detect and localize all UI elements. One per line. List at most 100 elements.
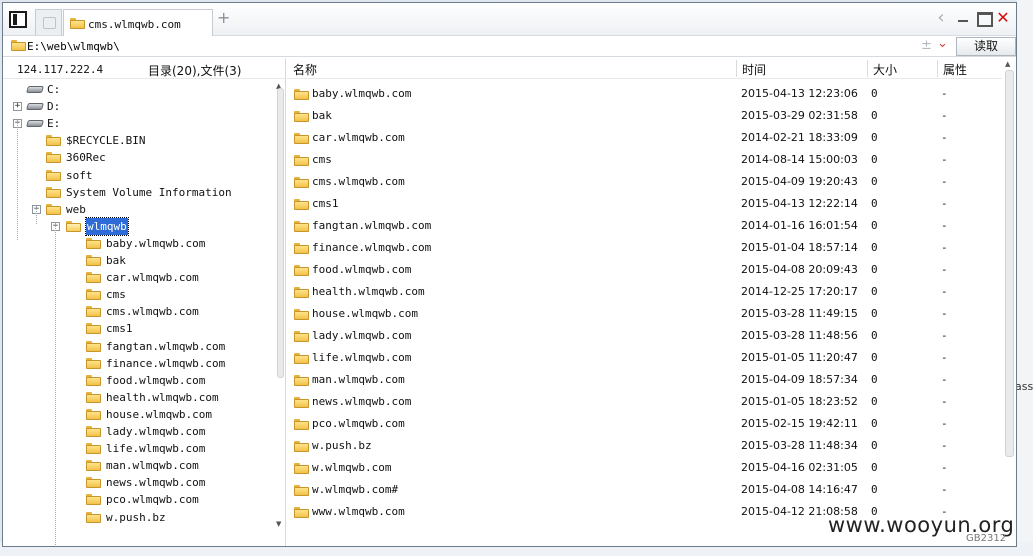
file-list-header: 名称 时间 大小 属性	[287, 58, 1016, 79]
column-divider[interactable]	[867, 60, 868, 77]
file-size: 0	[871, 87, 878, 100]
file-time: 2015-01-05 11:20:47	[741, 351, 858, 364]
file-attr: -	[941, 417, 948, 430]
tree-item-label: wlmqwb	[85, 216, 129, 236]
path-input[interactable]	[27, 37, 927, 55]
file-time: 2015-03-28 11:48:56	[741, 329, 858, 342]
file-time: 2015-01-05 18:23:52	[741, 395, 858, 408]
history-dropdown-chevron-icon[interactable]: ⌄	[937, 36, 948, 51]
folder-icon	[86, 340, 101, 352]
folder-icon	[294, 111, 309, 122]
file-attr: -	[941, 263, 948, 276]
file-row[interactable]: car.wlmqwb.com 2014-02-21 18:33:09 0 -	[287, 127, 1002, 149]
file-list: baby.wlmqwb.com 2015-04-13 12:23:06 0 - bak 2…	[287, 80, 1002, 546]
file-name: w.wlmqwb.com	[312, 461, 392, 474]
file-row[interactable]: cms1 2015-04-13 12:22:14 0 -	[287, 193, 1002, 215]
tree-guide-line	[36, 206, 37, 224]
file-row[interactable]: man.wlmqwb.com 2015-04-09 18:57:34 0 -	[287, 369, 1002, 391]
tree-item-label: E:	[47, 117, 61, 131]
file-name: finance.wlmqwb.com	[312, 241, 432, 254]
tree-item-label: D:	[47, 100, 61, 114]
file-row[interactable]: food.wlmqwb.com 2015-04-08 20:09:43 0 -	[287, 259, 1002, 281]
file-row[interactable]: news.wlmqwb.com 2015-01-05 18:23:52 0 -	[287, 391, 1002, 413]
file-attr: -	[941, 395, 948, 408]
file-row[interactable]: pco.wlmqwb.com 2015-02-15 19:42:11 0 -	[287, 413, 1002, 435]
file-row[interactable]: finance.wlmqwb.com 2015-01-04 18:57:14 0 -	[287, 237, 1002, 259]
file-list-scrollbar-thumb[interactable]	[1005, 70, 1014, 457]
file-row[interactable]: w.push.bz 2015-03-28 11:48:34 0 -	[287, 435, 1002, 457]
directory-file-count: 目录(20),文件(3)	[148, 64, 242, 78]
folder-icon	[86, 374, 101, 386]
file-row[interactable]: cms.wlmqwb.com 2015-04-09 19:20:43 0 -	[287, 171, 1002, 193]
file-row[interactable]: w.wlmqwb.com# 2015-04-08 14:16:47 0 -	[287, 479, 1002, 501]
tree-item-label: news.wlmqwb.com	[106, 476, 206, 490]
folder-icon	[294, 331, 309, 342]
file-name: w.push.bz	[312, 439, 372, 452]
folder-icon	[294, 243, 309, 254]
file-row[interactable]: bak 2015-03-29 02:31:58 0 -	[287, 105, 1002, 127]
toggle-panel-icon[interactable]	[9, 11, 27, 28]
tree-scrollbar-thumb[interactable]	[277, 88, 284, 378]
file-name: bak	[312, 109, 332, 122]
new-tab-plus-icon[interactable]: +	[217, 10, 230, 26]
tree-item-label: house.wlmqwb.com	[106, 407, 212, 421]
file-name: car.wlmqwb.com	[312, 131, 405, 144]
file-row[interactable]: health.wlmqwb.com 2014-12-25 17:20:17 0 -	[287, 281, 1002, 303]
back-chevron-icon[interactable]: ‹	[933, 9, 949, 27]
file-time: 2015-03-28 11:49:15	[741, 307, 858, 320]
file-name: cms1	[312, 197, 339, 210]
directory-tree: C: D: + E: − $RECYCLE.BIN 360Rec soft System Vol…	[3, 80, 273, 546]
folder-icon	[294, 507, 309, 518]
tab-blank[interactable]	[35, 9, 62, 35]
file-row[interactable]: fangtan.wlmqwb.com 2014-01-16 16:01:54 0 -	[287, 215, 1002, 237]
file-time: 2015-02-15 19:42:11	[741, 417, 858, 430]
file-name: lady.wlmqwb.com	[312, 329, 412, 342]
column-divider[interactable]	[736, 60, 737, 77]
file-size: 0	[871, 131, 878, 144]
file-attr: -	[941, 461, 948, 474]
close-icon[interactable]: ✕	[995, 10, 1011, 26]
file-attr: -	[941, 241, 948, 254]
folder-icon	[46, 135, 61, 147]
file-list-scrollbar[interactable]: ▲	[1002, 58, 1016, 546]
tree-item-label: C:	[47, 83, 61, 96]
bookmark-plus-icon[interactable]: ±	[921, 38, 932, 53]
drive-icon	[27, 118, 43, 128]
folder-icon	[70, 18, 85, 29]
file-row[interactable]: baby.wlmqwb.com 2015-04-13 12:23:06 0 -	[287, 83, 1002, 105]
file-time: 2014-12-25 17:20:17	[741, 285, 858, 298]
tab-current[interactable]: cms.wlmqwb.com	[63, 9, 213, 37]
tree-item-label: cms.wlmqwb.com	[106, 305, 199, 319]
file-time: 2015-01-04 18:57:14	[741, 241, 858, 254]
column-attr-header[interactable]: 属性	[943, 61, 967, 78]
file-attr: -	[941, 373, 948, 386]
file-row[interactable]: house.wlmqwb.com 2015-03-28 11:49:15 0 -	[287, 303, 1002, 325]
read-button[interactable]: 读取	[956, 37, 1016, 56]
folder-icon	[294, 375, 309, 386]
tree-guide-line	[55, 223, 56, 546]
file-row[interactable]: cms 2014-08-14 15:00:03 0 -	[287, 149, 1002, 171]
scroll-up-icon[interactable]: ▲	[1005, 60, 1010, 68]
folder-icon	[11, 40, 26, 51]
folder-icon	[86, 323, 101, 335]
file-row[interactable]: w.wlmqwb.com 2015-04-16 02:31:05 0 -	[287, 457, 1002, 479]
folder-icon	[294, 441, 309, 452]
column-divider[interactable]	[937, 60, 938, 77]
tree-guide-line	[17, 120, 18, 240]
folder-icon	[294, 397, 309, 408]
file-row[interactable]: lady.wlmqwb.com 2015-03-28 11:48:56 0 -	[287, 325, 1002, 347]
tree-item-label: health.wlmqwb.com	[106, 390, 219, 404]
tree-scrollbar[interactable]: ▲ ▼	[275, 80, 285, 546]
file-size: 0	[871, 241, 878, 254]
column-name-header[interactable]: 名称	[293, 61, 317, 78]
file-time: 2015-04-08 14:16:47	[741, 483, 858, 496]
folder-icon	[46, 152, 61, 164]
expand-icon[interactable]: +	[13, 102, 22, 112]
tree-item-label: $RECYCLE.BIN	[66, 134, 146, 148]
file-time: 2015-04-08 20:09:43	[741, 263, 858, 276]
column-size-header[interactable]: 大小	[873, 61, 897, 78]
column-time-header[interactable]: 时间	[742, 61, 766, 78]
file-row[interactable]: life.wlmqwb.com 2015-01-05 11:20:47 0 -	[287, 347, 1002, 369]
scroll-down-icon[interactable]: ▼	[276, 520, 281, 528]
file-time: 2015-03-29 02:31:58	[741, 109, 858, 122]
